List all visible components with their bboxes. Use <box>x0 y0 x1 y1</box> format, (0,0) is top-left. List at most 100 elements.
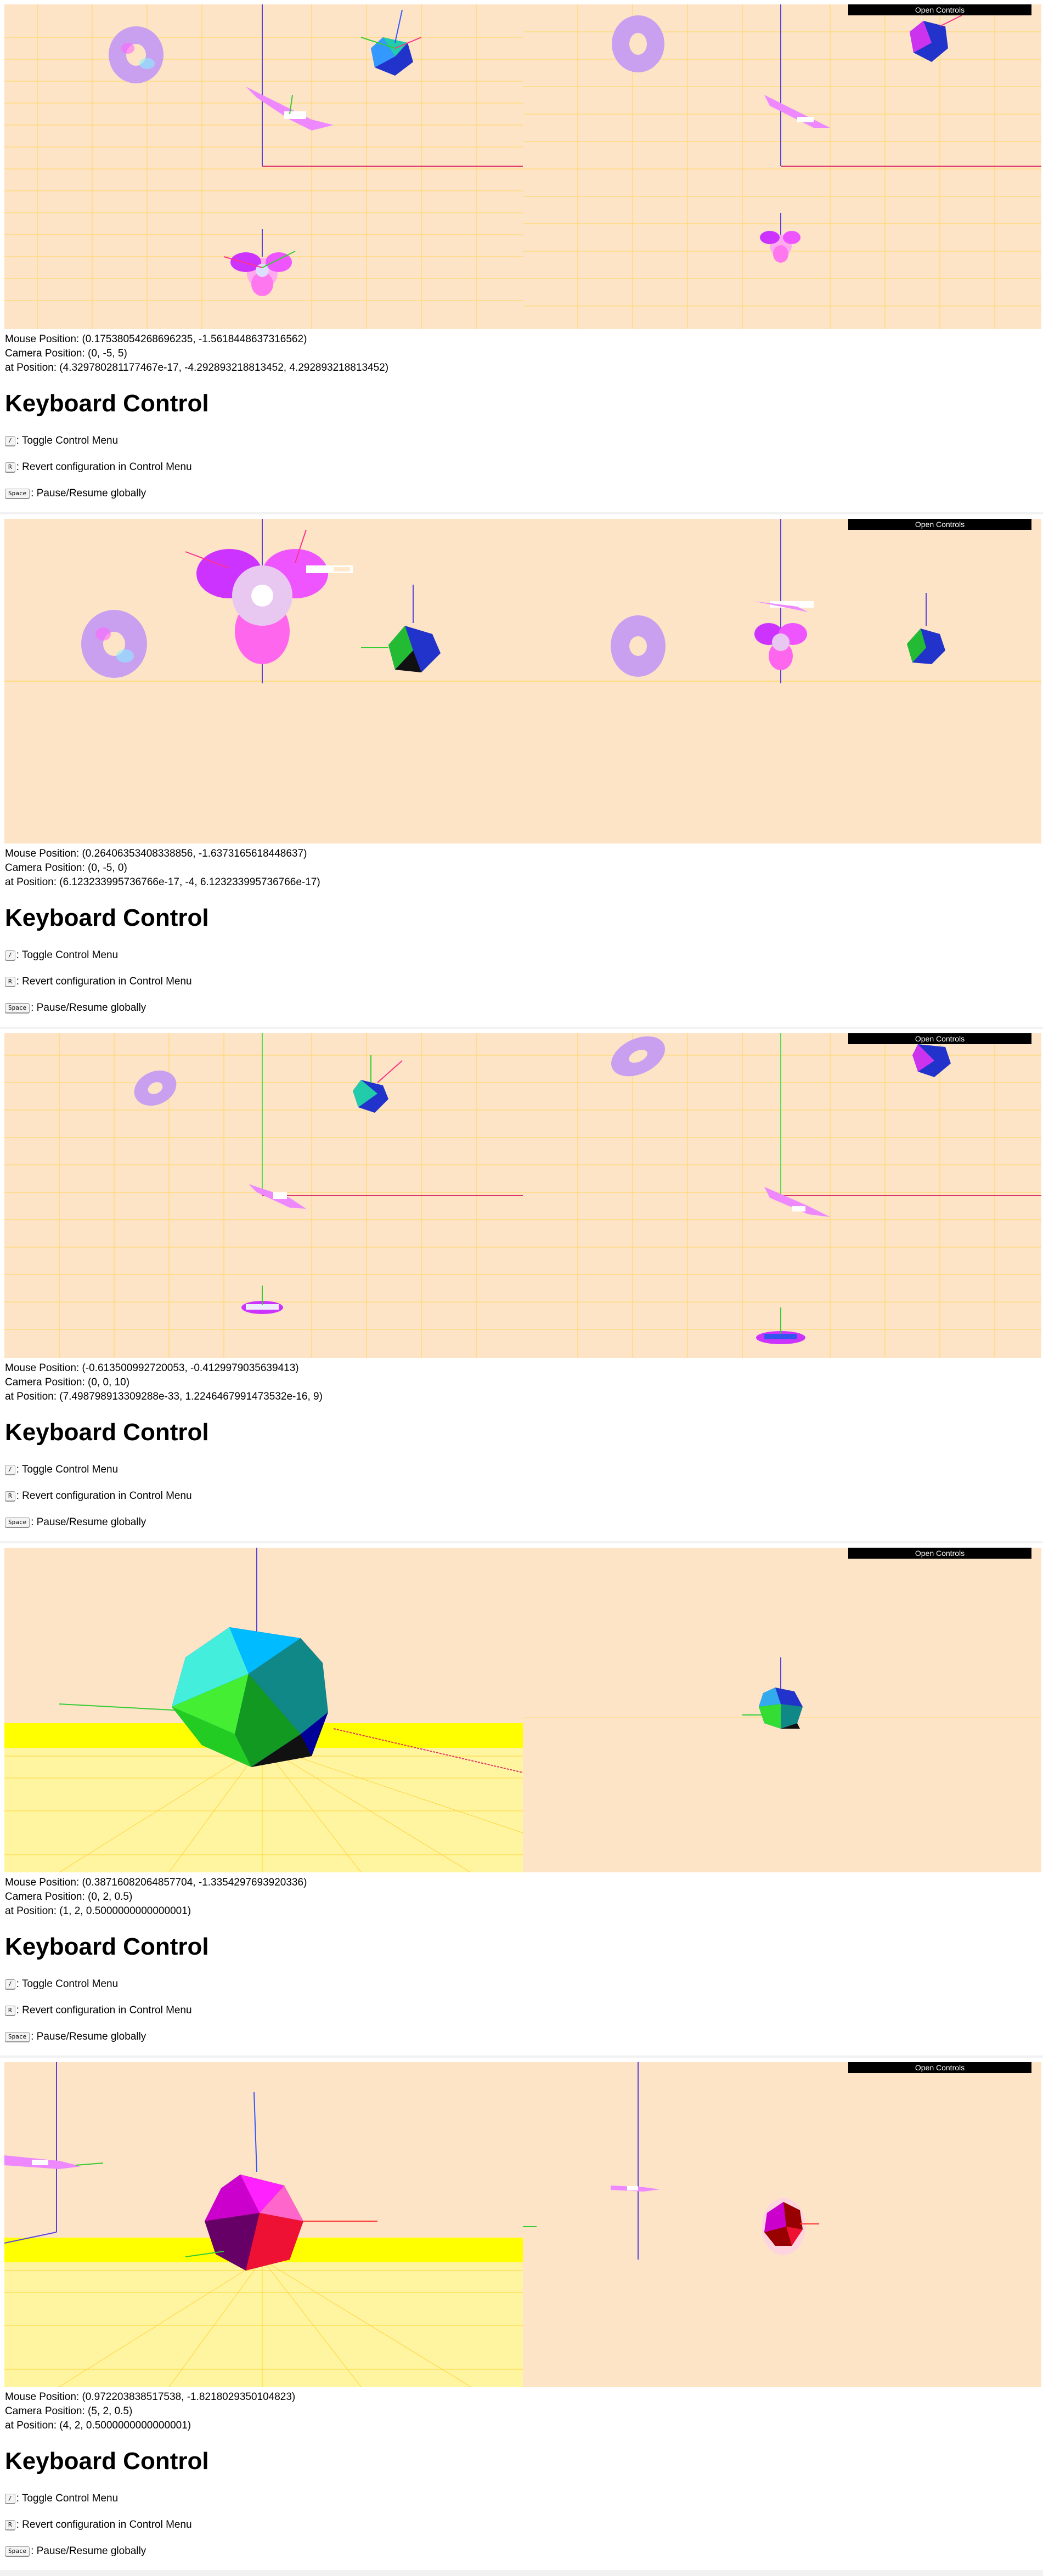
main-camera-view[interactable] <box>4 4 523 329</box>
shortcut-toggle-menu: /: Toggle Control Menu <box>5 949 118 962</box>
icosahedron-object <box>759 1688 803 1729</box>
main-camera-view[interactable] <box>4 1033 523 1358</box>
shortcut-pause: Space: Pause/Resume globally <box>5 2030 146 2043</box>
mouse-position: Mouse Position: (-0.613500992720053, -0.… <box>5 1362 299 1374</box>
icosahedron-object <box>912 1044 951 1077</box>
airplane-object <box>764 95 830 128</box>
position-readout: Mouse Position: (0.17538054268696235, -1… <box>5 332 388 375</box>
camera-position: Camera Position: (0, 0, 10) <box>5 1377 130 1388</box>
secondary-camera-view[interactable] <box>523 1548 1041 1872</box>
position-readout: Mouse Position: (0.38716082064857704, -1… <box>5 1876 307 1918</box>
scene-canvas[interactable] <box>523 4 1041 329</box>
open-controls-button[interactable]: Open Controls <box>848 1033 1031 1044</box>
airplane-object <box>4 2155 104 2169</box>
render-viewport[interactable]: Open Controls <box>4 2062 1041 2387</box>
shortcut-revert: R: Revert configuration in Control Menu <box>5 1490 192 1503</box>
open-controls-button[interactable]: Open Controls <box>848 1548 1031 1559</box>
spinner-object <box>760 213 800 263</box>
position-readout: Mouse Position: (0.972203838517538, -1.8… <box>5 2390 295 2433</box>
main-camera-view[interactable] <box>4 2062 523 2387</box>
demo-block-5: Open Controls Mouse Position: (0.9722038… <box>0 2058 1043 2570</box>
mouse-position: Mouse Position: (0.17538054268696235, -1… <box>5 333 307 345</box>
main-camera-view[interactable] <box>4 519 523 843</box>
airplane-object <box>246 87 334 131</box>
render-viewport[interactable]: Open Controls <box>4 1548 1041 1872</box>
keyboard-control-title: Keyboard Control <box>5 904 209 931</box>
scene-canvas[interactable] <box>4 4 523 329</box>
position-readout: Mouse Position: (-0.613500992720053, -0.… <box>5 1361 323 1404</box>
scene-canvas[interactable] <box>523 2062 1041 2387</box>
key-space: Space <box>5 488 30 499</box>
camera-position: Camera Position: (0, -5, 0) <box>5 862 127 874</box>
scene-canvas[interactable] <box>4 519 523 843</box>
mouse-position: Mouse Position: (0.26406353408338856, -1… <box>5 848 307 859</box>
shortcut-revert: R: Revert configuration in Control Menu <box>5 975 192 988</box>
shortcut-toggle-menu: /: Toggle Control Menu <box>5 434 118 448</box>
key-slash: / <box>5 1464 15 1475</box>
key-slash: / <box>5 2493 15 2504</box>
keyboard-control-title: Keyboard Control <box>5 1933 209 1960</box>
secondary-camera-view[interactable] <box>523 519 1041 843</box>
torus-object <box>109 26 164 83</box>
key-r: R <box>5 462 15 472</box>
icosahedron-object <box>910 15 962 62</box>
key-space: Space <box>5 2546 30 2556</box>
spinner-object <box>753 601 814 670</box>
render-viewport[interactable]: Open Controls <box>4 519 1041 843</box>
open-controls-button[interactable]: Open Controls <box>848 519 1031 530</box>
spinner-object <box>185 519 353 664</box>
torus-object <box>611 615 666 677</box>
key-space: Space <box>5 1517 30 1527</box>
spinner-object <box>241 1286 283 1314</box>
main-camera-view[interactable] <box>4 1548 523 1872</box>
icosahedron-object <box>360 9 422 76</box>
icosahedron-object <box>907 593 945 664</box>
demo-block-2: Open Controls Mouse Position: (0.2640635… <box>0 514 1043 1027</box>
keyboard-control-title: Keyboard Control <box>5 1419 209 1446</box>
key-r: R <box>5 2005 15 2015</box>
scene-canvas[interactable] <box>523 1033 1041 1358</box>
render-viewport[interactable]: Open Controls <box>4 1033 1041 1358</box>
scene-canvas[interactable] <box>4 2062 523 2387</box>
shortcut-toggle-menu: /: Toggle Control Menu <box>5 1463 118 1476</box>
at-position: at Position: (4, 2, 0.5000000000000001) <box>5 2420 191 2431</box>
mouse-position: Mouse Position: (0.38716082064857704, -1… <box>5 1877 307 1888</box>
scene-canvas[interactable] <box>4 1033 523 1358</box>
camera-position: Camera Position: (0, 2, 0.5) <box>5 1891 133 1903</box>
mouse-position: Mouse Position: (0.972203838517538, -1.8… <box>5 2391 296 2403</box>
airplane-object <box>611 2186 660 2192</box>
secondary-camera-view[interactable] <box>523 2062 1041 2387</box>
airplane-object <box>764 1187 830 1217</box>
key-slash: / <box>5 950 15 960</box>
keyboard-control-title: Keyboard Control <box>5 2448 209 2475</box>
secondary-camera-view[interactable] <box>523 4 1041 329</box>
camera-position: Camera Position: (0, -5, 5) <box>5 348 127 359</box>
torus-object <box>81 610 147 678</box>
shortcut-pause: Space: Pause/Resume globally <box>5 2545 146 2558</box>
camera-position: Camera Position: (5, 2, 0.5) <box>5 2405 133 2417</box>
secondary-camera-view[interactable] <box>523 1033 1041 1358</box>
key-space: Space <box>5 2031 30 2042</box>
shortcut-pause: Space: Pause/Resume globally <box>5 487 146 500</box>
shortcut-revert: R: Revert configuration in Control Menu <box>5 2518 192 2532</box>
render-viewport[interactable]: Open Controls <box>4 4 1041 329</box>
icosahedron-object <box>353 1055 403 1113</box>
at-position: at Position: (6.123233995736766e-17, -4,… <box>5 876 320 888</box>
key-r: R <box>5 1491 15 1501</box>
key-r: R <box>5 2520 15 2530</box>
spinner-object <box>223 229 296 296</box>
key-r: R <box>5 976 15 987</box>
open-controls-button[interactable]: Open Controls <box>848 2062 1031 2073</box>
key-slash: / <box>5 1979 15 1989</box>
scene-canvas[interactable] <box>523 1548 1041 1872</box>
torus-object <box>134 1070 177 1106</box>
open-controls-button[interactable]: Open Controls <box>848 4 1031 15</box>
scene-canvas[interactable] <box>523 519 1041 843</box>
at-position: at Position: (7.498798913309288e-33, 1.2… <box>5 1391 323 1402</box>
demo-block-1: Open Controls Mouse Position: (0.1753805… <box>0 0 1043 512</box>
position-readout: Mouse Position: (0.26406353408338856, -1… <box>5 847 320 890</box>
airplane-object <box>249 1184 306 1209</box>
at-position: at Position: (1, 2, 0.5000000000000001) <box>5 1905 191 1917</box>
shortcut-revert: R: Revert configuration in Control Menu <box>5 461 192 474</box>
scene-canvas[interactable] <box>4 1548 523 1872</box>
